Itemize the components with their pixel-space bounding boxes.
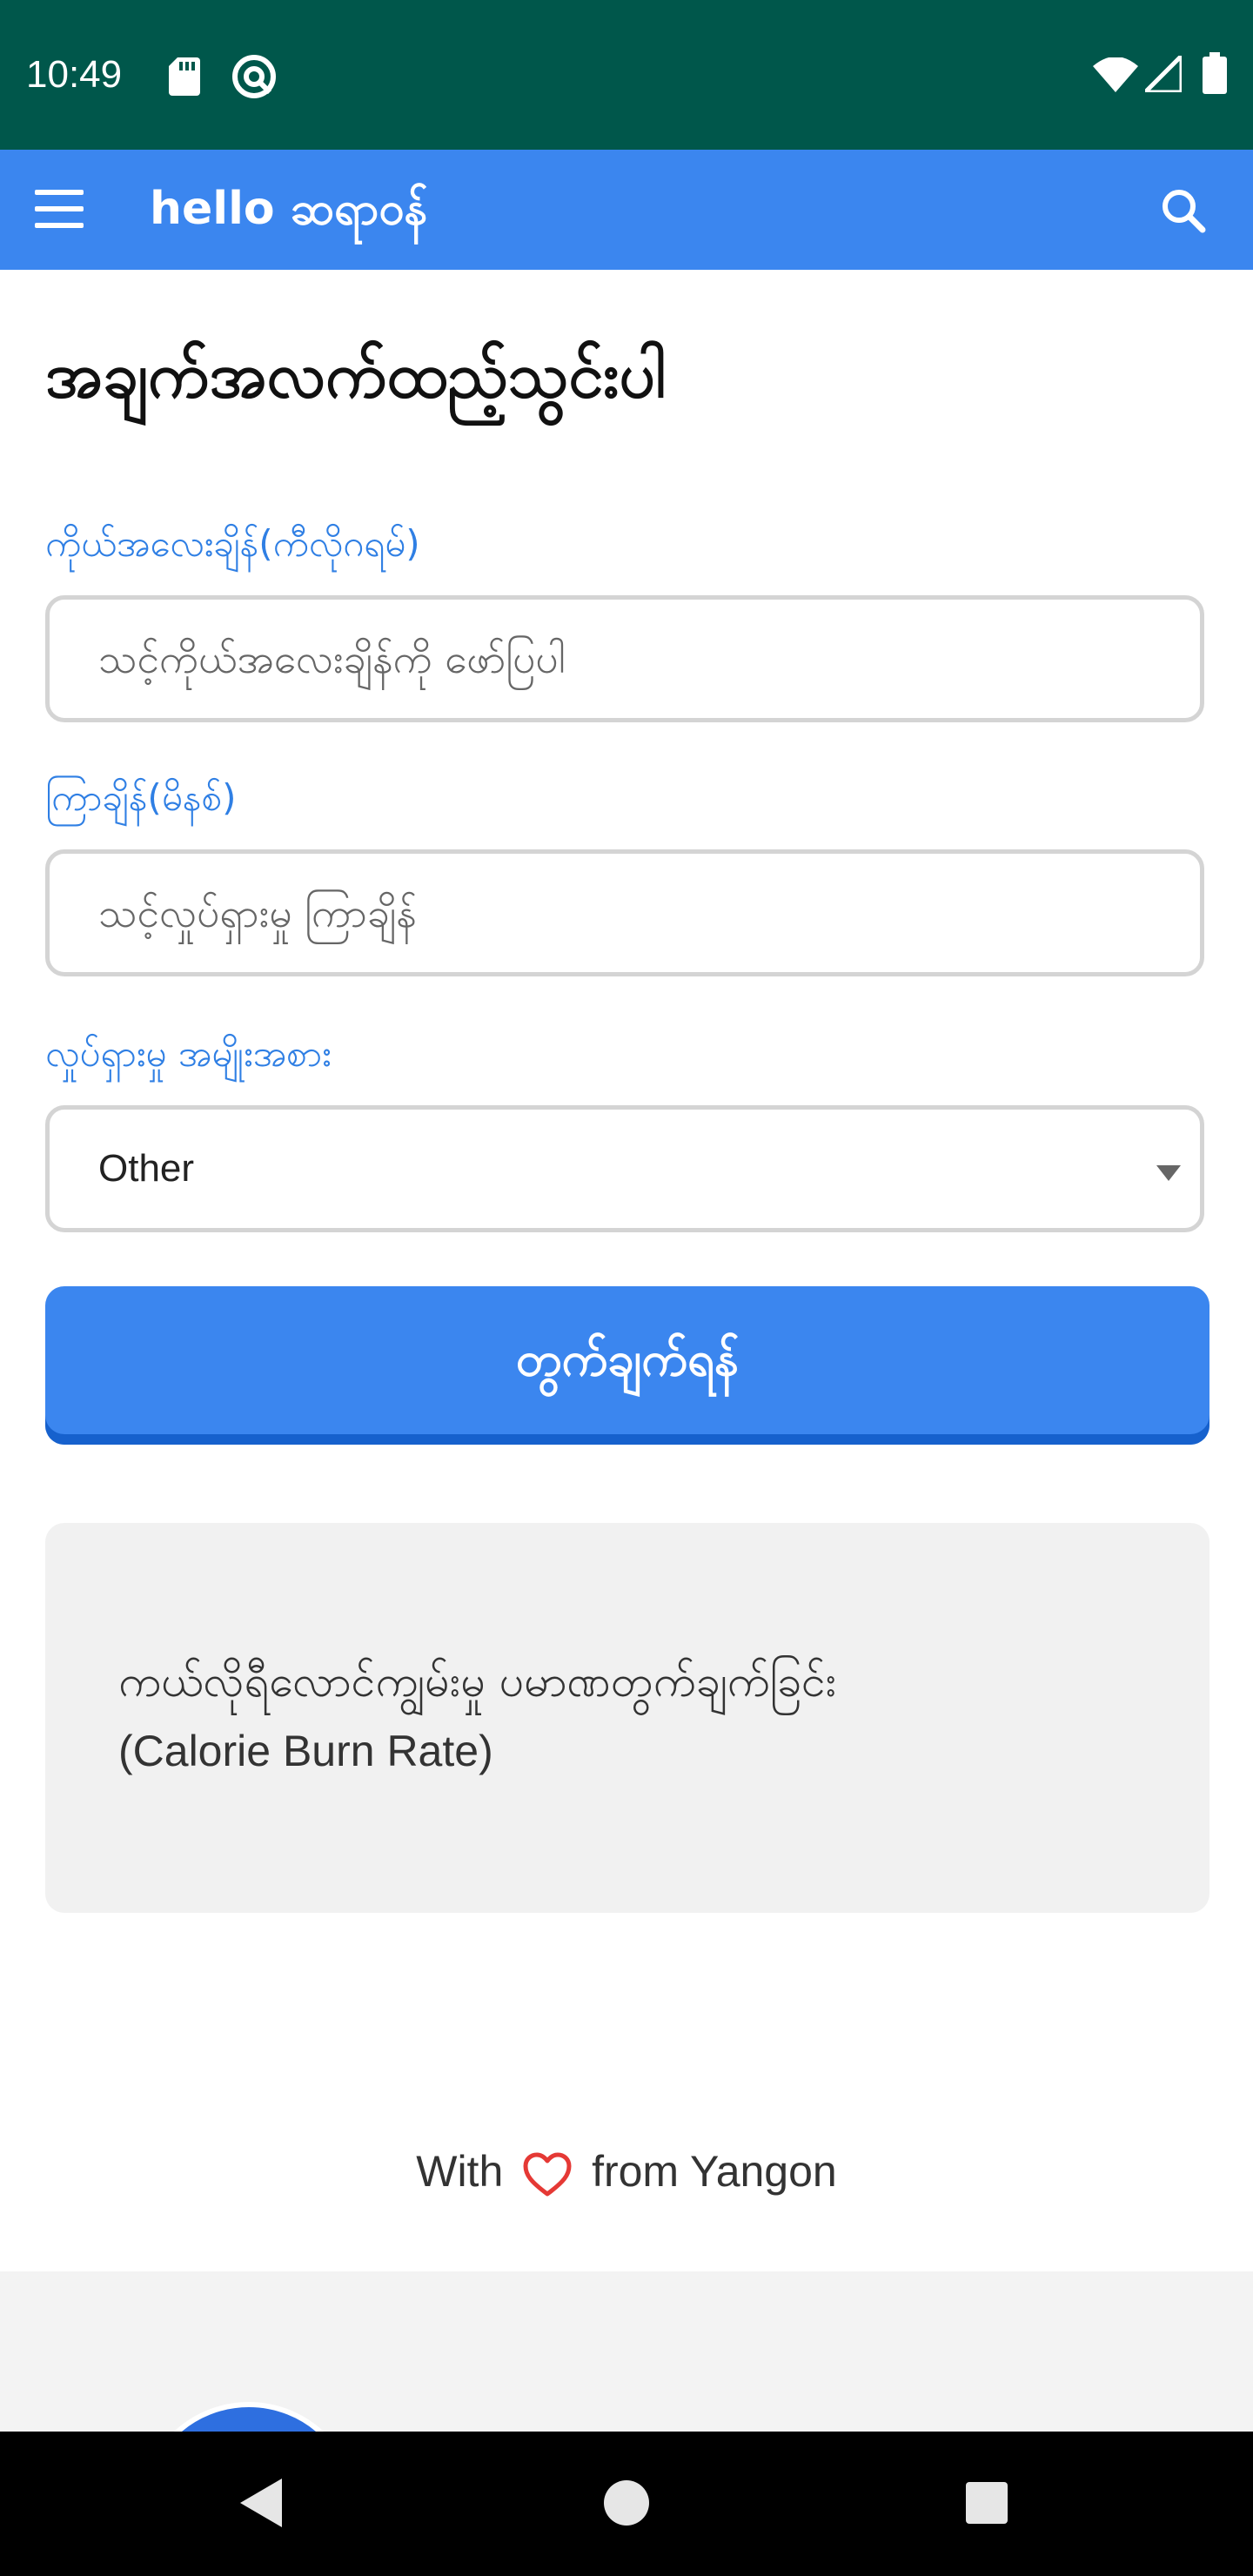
- footer-band: [0, 2271, 1253, 2432]
- activity-select[interactable]: Other: [45, 1105, 1204, 1232]
- footer-suffix: from Yangon: [592, 2147, 837, 2196]
- duration-input[interactable]: သင့်လှုပ်ရှားမှု ကြာချိန်: [45, 849, 1204, 976]
- activity-selected-value: Other: [98, 1147, 195, 1190]
- system-nav-bar: [0, 2432, 1253, 2576]
- recents-icon[interactable]: [966, 2482, 1008, 2524]
- weight-label: ကိုယ်အလေးချိန်(ကီလိုဂရမ်): [45, 522, 420, 565]
- menu-icon[interactable]: [31, 183, 92, 235]
- duration-placeholder: သင့်လှုပ်ရှားမှု ကြာချိန်: [98, 889, 417, 936]
- sync-icon: [232, 55, 276, 98]
- partner-logo: [139, 2402, 358, 2432]
- page-title: အချက်အလက်ထည့်သွင်းပါ: [45, 339, 667, 412]
- wifi-icon: [1093, 57, 1138, 92]
- chevron-down-icon: [1156, 1165, 1181, 1181]
- footer-credit: With from Yangon: [0, 2132, 1253, 2210]
- result-subtitle: (Calorie Burn Rate): [118, 1727, 493, 1775]
- battery-icon: [1203, 52, 1227, 94]
- app-logo-title[interactable]: hello ဆရာဝန်: [150, 174, 427, 244]
- calculate-button[interactable]: တွက်ချက်ရန်: [45, 1286, 1209, 1445]
- weight-placeholder: သင့်ကိုယ်အလေးချိန်ကို ဖော်ပြပါ: [98, 635, 566, 682]
- footer-prefix: With: [416, 2147, 504, 2196]
- result-title: ကယ်လိုရီလောင်ကျွမ်းမှု ပမာဏတွက်ချက်ခြင်း: [118, 1656, 837, 1707]
- search-icon[interactable]: [1157, 184, 1209, 237]
- status-time: 10:49: [26, 53, 123, 96]
- status-bar: 10:49: [0, 0, 1253, 150]
- duration-label: ကြာချိန်(မိနစ်): [45, 776, 237, 819]
- activity-label: လှုပ်ရှားမှု အမျိုးအစား: [45, 1032, 332, 1075]
- sd-card-icon: [169, 57, 200, 96]
- back-icon[interactable]: [237, 2475, 285, 2531]
- heart-icon: [523, 2152, 572, 2197]
- signal-icon: [1145, 56, 1182, 92]
- home-icon[interactable]: [604, 2480, 649, 2526]
- result-card: ကယ်လိုရီလောင်ကျွမ်းမှု ပမာဏတွက်ချက်ခြင်း…: [45, 1523, 1209, 1913]
- app-bar: hello ဆရာဝန်: [0, 150, 1253, 270]
- weight-input[interactable]: သင့်ကိုယ်အလေးချိန်ကို ဖော်ပြပါ: [45, 595, 1204, 722]
